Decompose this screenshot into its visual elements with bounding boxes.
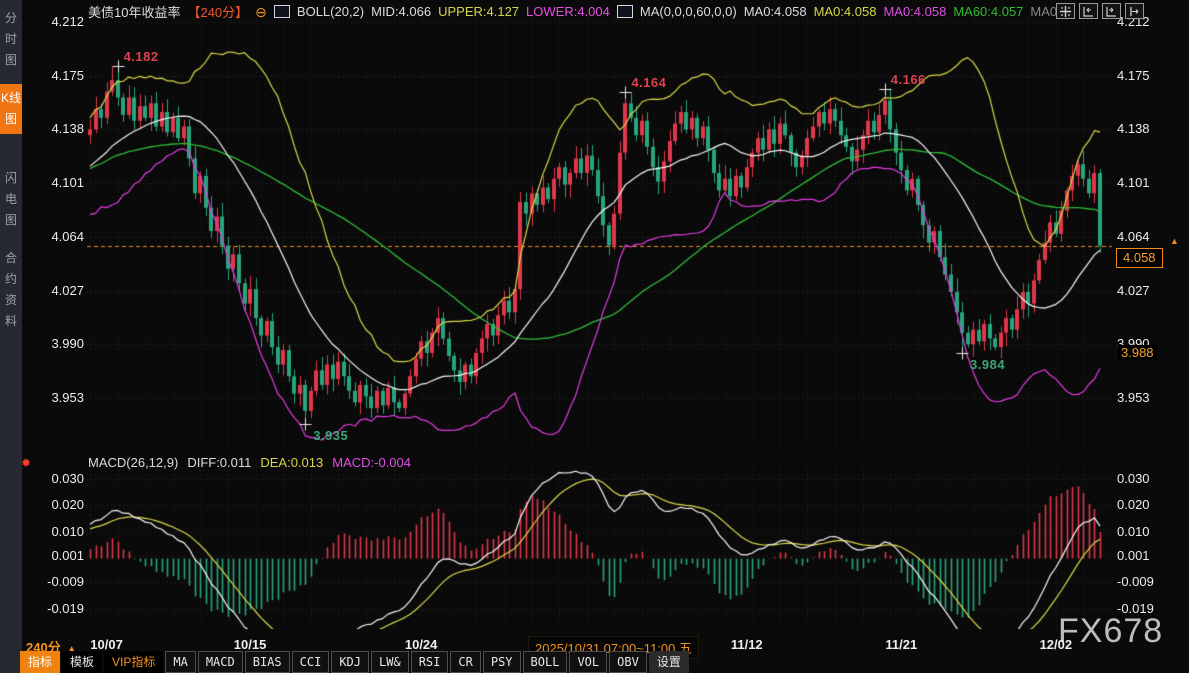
toolbar-item-模板[interactable]: 模板 (62, 651, 102, 673)
x-axis-date-label: 12/02 (1024, 637, 1088, 652)
macd-axis-label-left: 0.010 (28, 524, 84, 539)
chart-header: 美债10年收益率 【240分】 ⊖ BOLL(20,2) MID:4.066 U… (88, 3, 1061, 20)
price-chart-canvas[interactable] (0, 0, 1189, 673)
x-axis-date-label: 10/15 (218, 637, 282, 652)
price-axis-label-right: 4.175 (1117, 68, 1150, 83)
boll-label: BOLL(20,2) (297, 4, 364, 19)
price-axis-label-left: 3.953 (28, 390, 84, 405)
macd-diff-value: DIFF:0.011 (187, 455, 251, 470)
extreme-price-annotation: 3.935 (313, 428, 348, 443)
macd-axis-label-right: -0.019 (1117, 601, 1154, 616)
macd-label: MACD(26,12,9) (88, 455, 178, 470)
macd-axis-label-right: -0.009 (1117, 574, 1154, 589)
price-axis-label-left: 4.064 (28, 229, 84, 244)
boll-lower-value: LOWER:4.004 (526, 4, 610, 19)
sidebar-tab-2[interactable]: K线图 (0, 84, 22, 134)
x-axis-date-label: 11/12 (715, 637, 779, 652)
macd-axis-label-left: 0.020 (28, 497, 84, 512)
toolbar-item-OBV[interactable]: OBV (609, 651, 647, 673)
toolbar-item-RSI[interactable]: RSI (411, 651, 449, 673)
symbol-title: 美债10年收益率 (88, 2, 180, 21)
macd-axis-label-left: 0.001 (28, 548, 84, 563)
price-axis-label-right: 4.064 (1117, 229, 1150, 244)
chart-tool-buttons (1056, 3, 1144, 19)
trading-app-window: 分时图 K线图闪电图合约资料 美债10年收益率 【240分】 ⊖ BOLL(20,… (0, 0, 1189, 673)
price-axis-label-left: 4.138 (28, 121, 84, 136)
collapse-indicator-icon[interactable]: ⊖ (255, 6, 267, 18)
price-axis-label-left: 3.990 (28, 336, 84, 351)
macd-axis-label-left: -0.009 (28, 574, 84, 589)
x-axis-date-label: 10/24 (389, 637, 453, 652)
secondary-price-label: 3.988 (1118, 345, 1157, 360)
macd-axis-label-right: 0.001 (1117, 548, 1150, 563)
macd-axis-label-right: 0.020 (1117, 497, 1150, 512)
macd-axis-label-right: 0.030 (1117, 471, 1150, 486)
extreme-price-annotation: 4.182 (124, 49, 159, 64)
sidebar-tab-3[interactable]: 闪电图 (0, 164, 22, 235)
ma-label: MA(0,0,0,60,0,0) (640, 4, 737, 19)
x-axis-date-label: 11/21 (869, 637, 933, 652)
pan-right-icon[interactable] (1125, 3, 1144, 19)
price-up-arrow-icon: ▲ (1170, 236, 1179, 246)
ma60-green-value: MA60:4.057 (953, 4, 1023, 19)
toolbar-item-CR[interactable]: CR (450, 651, 480, 673)
boll-upper-value: UPPER:4.127 (438, 4, 519, 19)
scale-right-icon[interactable] (1102, 3, 1121, 19)
ma0-magenta-value: MA0:4.058 (883, 4, 946, 19)
boll-mid-value: MID:4.066 (371, 4, 431, 19)
toolbar-item-指标[interactable]: 指标 (20, 651, 60, 673)
current-price-badge: 4.058 (1116, 248, 1163, 268)
price-axis-label-left: 4.027 (28, 283, 84, 298)
boll-indicator-icon[interactable] (274, 5, 290, 18)
ma0-white-value: MA0:4.058 (744, 4, 807, 19)
macd-axis-label-left: 0.030 (28, 471, 84, 486)
toolbar-item-BOLL[interactable]: BOLL (523, 651, 568, 673)
crosshair-icon[interactable] (1056, 3, 1075, 19)
x-axis-date-label: 10/07 (75, 637, 139, 652)
toolbar-item-设置[interactable]: 设置 (649, 651, 689, 673)
toolbar-item-VIP指标[interactable]: VIP指标 (104, 651, 163, 673)
ma-indicator-icon[interactable] (617, 5, 633, 18)
price-axis-label-right: 4.027 (1117, 283, 1150, 298)
price-axis-label-left: 4.212 (28, 14, 84, 29)
left-sidebar: 分时图 K线图闪电图合约资料 (0, 0, 22, 673)
price-axis-label-left: 4.175 (28, 68, 84, 83)
price-axis-label-right: 4.138 (1117, 121, 1150, 136)
toolbar-item-MA[interactable]: MA (165, 651, 195, 673)
indicator-alert-icon[interactable]: ✹ (21, 456, 31, 470)
period-tag: 【240分】 (187, 2, 248, 21)
macd-macd-value: MACD:-0.004 (332, 455, 411, 470)
toolbar-item-VOL[interactable]: VOL (569, 651, 607, 673)
toolbar-item-MACD[interactable]: MACD (198, 651, 243, 673)
sidebar-tab-4[interactable]: 合约资料 (0, 244, 22, 336)
price-axis-label-right: 4.101 (1117, 175, 1150, 190)
sidebar-tab-1[interactable]: 分时图 (0, 4, 22, 75)
price-axis-label-right: 3.953 (1117, 390, 1150, 405)
scale-left-icon[interactable] (1079, 3, 1098, 19)
toolbar-item-PSY[interactable]: PSY (483, 651, 521, 673)
extreme-price-annotation: 4.164 (631, 75, 666, 90)
macd-axis-label-left: -0.019 (28, 601, 84, 616)
extreme-price-annotation: 3.984 (970, 357, 1005, 372)
macd-dea-value: DEA:0.013 (260, 455, 323, 470)
ma0-yellow-value: MA0:4.058 (814, 4, 877, 19)
toolbar-item-BIAS[interactable]: BIAS (245, 651, 290, 673)
toolbar-item-LW&[interactable]: LW& (371, 651, 409, 673)
toolbar-item-KDJ[interactable]: KDJ (331, 651, 369, 673)
extreme-price-annotation: 4.166 (891, 72, 926, 87)
price-axis-label-left: 4.101 (28, 175, 84, 190)
toolbar-item-CCI[interactable]: CCI (292, 651, 330, 673)
macd-header: MACD(26,12,9) DIFF:0.011 DEA:0.013 MACD:… (88, 455, 411, 470)
macd-axis-label-right: 0.010 (1117, 524, 1150, 539)
indicator-toolbar: 指标模板VIP指标MAMACDBIASCCIKDJLW&RSICRPSYBOLL… (20, 651, 689, 673)
